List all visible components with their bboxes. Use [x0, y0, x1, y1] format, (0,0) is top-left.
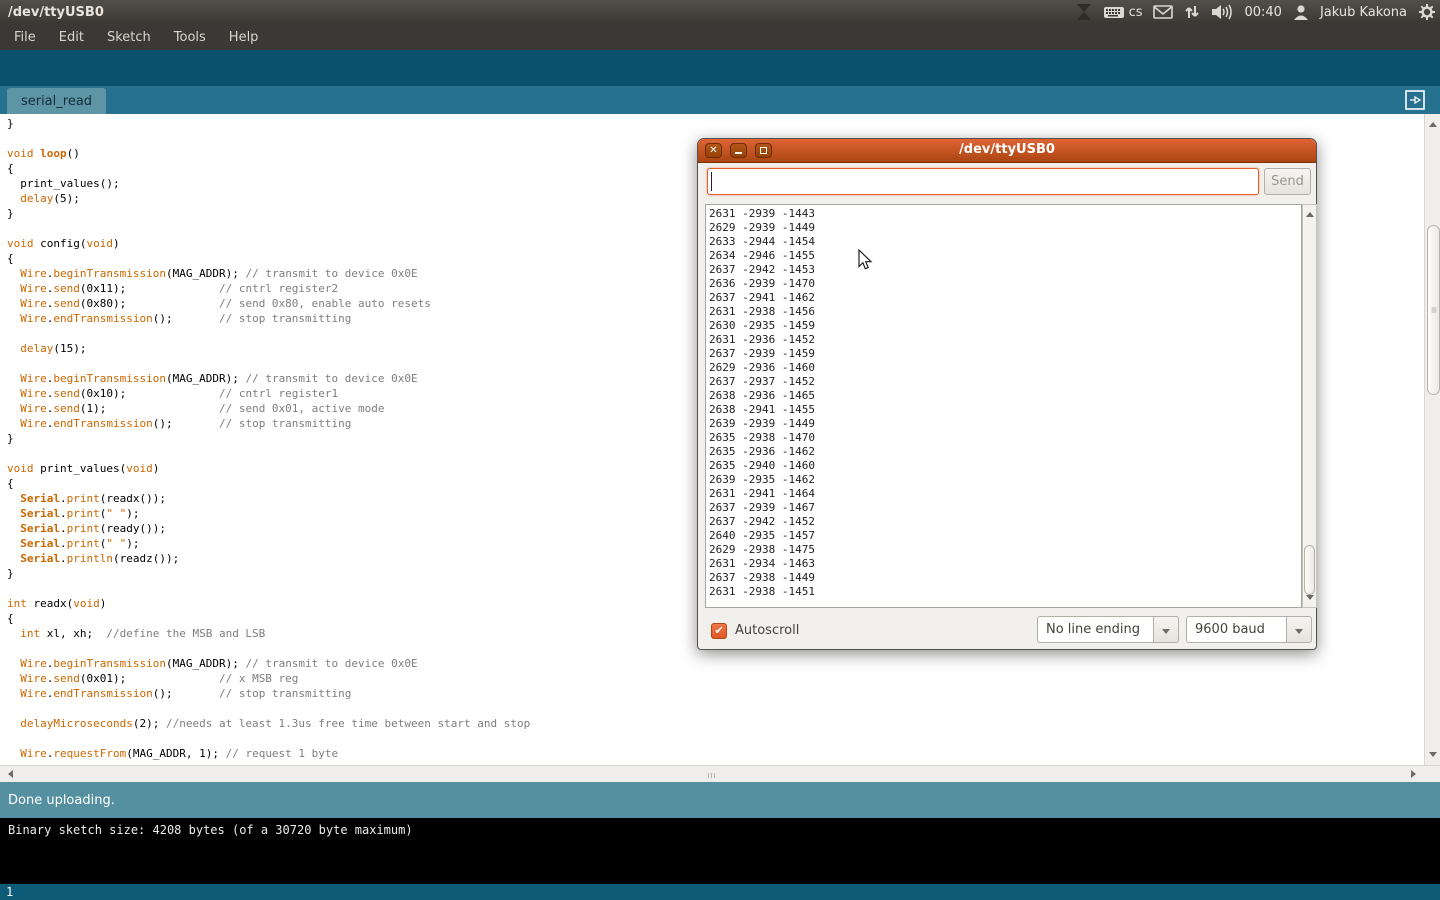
serial-line: 2637 -2939 -1467 — [709, 501, 1301, 515]
serial-line: 2638 -2936 -1465 — [709, 389, 1301, 403]
network-arrows-icon[interactable] — [1184, 3, 1200, 21]
serial-line: 2639 -2939 -1449 — [709, 417, 1301, 431]
code-line — [7, 731, 1424, 746]
serial-line: 2631 -2938 -1456 — [709, 305, 1301, 319]
serial-monitor-window: ✕ /dev/ttyUSB0 Send 2631 -2939 -14432629… — [697, 138, 1317, 650]
serial-line: 2637 -2942 -1453 — [709, 263, 1301, 277]
serial-line: 2635 -2936 -1462 — [709, 445, 1301, 459]
window-title: /dev/ttyUSB0 — [8, 5, 104, 20]
line-ending-value: No line ending — [1037, 616, 1153, 643]
serial-line: 2635 -2938 -1470 — [709, 431, 1301, 445]
toolbar — [0, 50, 1440, 86]
console-output: Binary sketch size: 4208 bytes (of a 307… — [0, 818, 1440, 884]
serial-scroll-down-icon[interactable] — [1306, 595, 1314, 604]
tab-label: serial_read — [21, 94, 92, 109]
serial-line: 2636 -2939 -1470 — [709, 277, 1301, 291]
serial-line: 2631 -2934 -1463 — [709, 557, 1301, 571]
user-icon — [1293, 4, 1309, 21]
code-line: Wire.beginTransmission(MAG_ADDR); // tra… — [7, 656, 1424, 671]
code-line — [7, 701, 1424, 716]
menu-bar: File Edit Sketch Tools Help — [0, 24, 1440, 50]
keyboard-icon — [1103, 3, 1125, 21]
baud-select[interactable]: 9600 baud — [1186, 616, 1312, 643]
serial-line: 2629 -2938 -1475 — [709, 543, 1301, 557]
serial-line: 2629 -2939 -1449 — [709, 221, 1301, 235]
menu-item-file[interactable]: File — [10, 28, 40, 47]
serial-line: 2639 -2935 -1462 — [709, 473, 1301, 487]
editor-horizontal-scrollbar[interactable] — [0, 765, 1440, 782]
serial-line: 2637 -2941 -1462 — [709, 291, 1301, 305]
session-gear-icon[interactable] — [1418, 3, 1436, 21]
horizontal-scroll-thumb[interactable] — [708, 773, 715, 778]
code-line: Wire.endTransmission(); // stop transmit… — [7, 686, 1424, 701]
clock[interactable]: 00:40 — [1244, 5, 1281, 20]
volume-icon[interactable] — [1211, 3, 1233, 21]
line-ending-select[interactable]: No line ending — [1037, 616, 1179, 643]
mail-icon[interactable] — [1153, 4, 1173, 20]
serial-monitor-titlebar[interactable]: ✕ /dev/ttyUSB0 — [698, 139, 1316, 163]
serial-line: 2631 -2938 -1451 — [709, 585, 1301, 599]
screen: /dev/ttyUSB0 cs — [0, 0, 1440, 900]
tab-serial-read[interactable]: serial_read — [7, 88, 106, 114]
scroll-down-icon[interactable] — [1429, 752, 1437, 761]
serial-line: 2635 -2940 -1460 — [709, 459, 1301, 473]
serial-line: 2638 -2941 -1455 — [709, 403, 1301, 417]
serial-scroll-up-icon[interactable] — [1306, 208, 1314, 217]
serial-monitor-title: /dev/ttyUSB0 — [698, 142, 1316, 157]
serial-line: 2637 -2937 -1452 — [709, 375, 1301, 389]
code-line: Wire.requestFrom(MAG_ADDR, 1); // reques… — [7, 746, 1424, 761]
baud-value: 9600 baud — [1186, 616, 1286, 643]
serial-input[interactable] — [707, 168, 1259, 195]
code-line: } — [7, 116, 1424, 131]
serial-line: 2631 -2936 -1452 — [709, 333, 1301, 347]
menu-item-help[interactable]: Help — [225, 28, 263, 47]
serial-line: 2631 -2941 -1464 — [709, 487, 1301, 501]
code-line: delayMicroseconds(2); //needs at least 1… — [7, 716, 1424, 731]
chevron-down-icon[interactable] — [1286, 616, 1312, 643]
status-text: Done uploading. — [8, 793, 115, 808]
tab-menu-button[interactable] — [1405, 90, 1425, 113]
serial-line: 2634 -2946 -1455 — [709, 249, 1301, 263]
menu-item-tools[interactable]: Tools — [170, 28, 210, 47]
serial-line: 2637 -2942 -1452 — [709, 515, 1301, 529]
serial-line: 2637 -2939 -1459 — [709, 347, 1301, 361]
serial-line: 2633 -2944 -1454 — [709, 235, 1301, 249]
serial-line: 2640 -2935 -1457 — [709, 529, 1301, 543]
text-caret — [711, 172, 712, 191]
serial-line: 2637 -2938 -1449 — [709, 571, 1301, 585]
line-number: 1 — [6, 885, 13, 899]
keyboard-indicator[interactable]: cs — [1103, 3, 1143, 21]
serial-line: 2630 -2935 -1459 — [709, 319, 1301, 333]
menu-item-edit[interactable]: Edit — [55, 28, 88, 47]
code-line: Wire.send(0x01); // x MSB reg — [7, 671, 1424, 686]
scroll-right-icon[interactable] — [1411, 770, 1420, 778]
menu-item-sketch[interactable]: Sketch — [103, 28, 155, 47]
chevron-down-icon[interactable] — [1153, 616, 1179, 643]
status-bar: Done uploading. — [0, 782, 1440, 818]
serial-monitor-controls: ✔ Autoscroll No line ending 9600 baud — [698, 608, 1316, 651]
line-indicator: 1 — [0, 884, 1440, 900]
serial-line: 2629 -2936 -1460 — [709, 361, 1301, 375]
serial-lines: 2631 -2939 -14432629 -2939 -14492633 -29… — [709, 207, 1301, 599]
mouse-cursor — [858, 249, 874, 271]
console-text: Binary sketch size: 4208 bytes (of a 307… — [8, 823, 413, 837]
vertical-scroll-thumb[interactable] — [1427, 225, 1440, 395]
editor-vertical-scrollbar[interactable] — [1424, 114, 1440, 765]
username[interactable]: Jakub Kakona — [1320, 5, 1407, 20]
autoscroll-checkbox[interactable]: ✔ — [711, 623, 727, 639]
scroll-up-icon[interactable] — [1429, 118, 1437, 127]
serial-output-scrollbar[interactable] — [1302, 204, 1317, 608]
serial-output[interactable]: 2631 -2939 -14432629 -2939 -14492633 -29… — [705, 204, 1302, 608]
system-tray: cs 00:40 Jakub Kakona — [1076, 0, 1436, 24]
autoscroll-label: Autoscroll — [735, 623, 799, 638]
scroll-left-icon[interactable] — [4, 770, 13, 778]
serial-scroll-thumb[interactable] — [1304, 545, 1315, 595]
serial-line: 2631 -2939 -1443 — [709, 207, 1301, 221]
keyboard-layout: cs — [1129, 5, 1143, 20]
tab-bar: serial_read — [0, 86, 1440, 114]
top-panel: /dev/ttyUSB0 cs — [0, 0, 1440, 24]
send-button[interactable]: Send — [1264, 168, 1311, 195]
indicator-icon[interactable] — [1076, 3, 1092, 21]
